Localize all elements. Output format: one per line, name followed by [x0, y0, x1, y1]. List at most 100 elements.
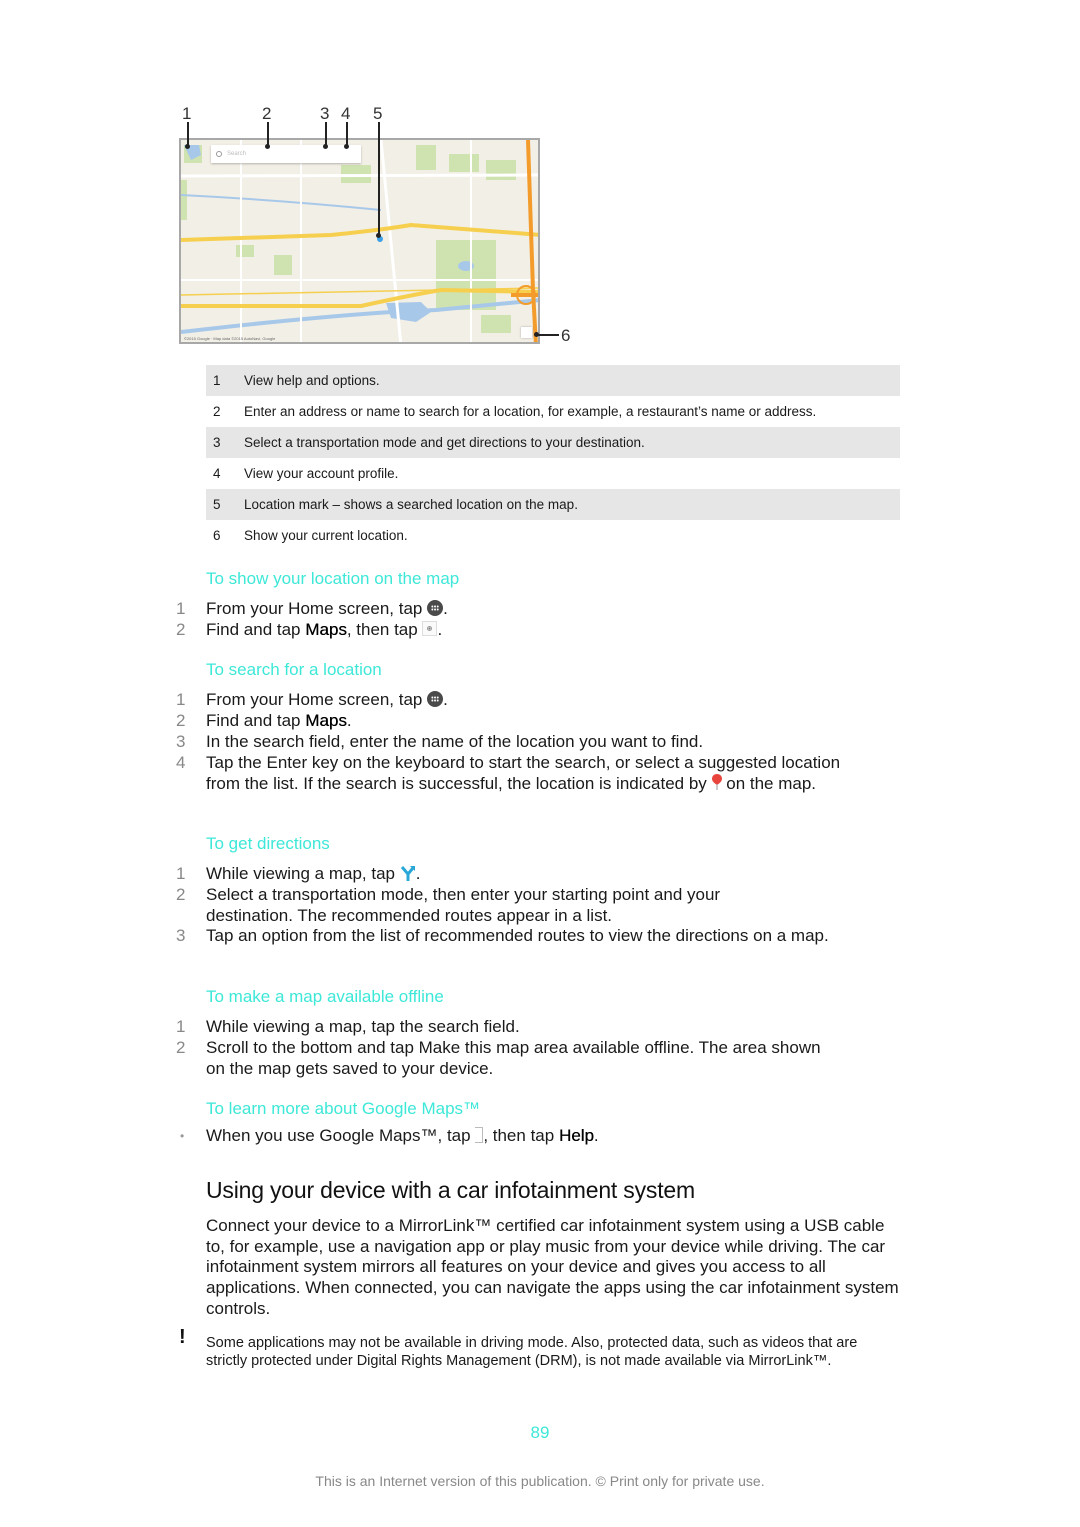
callout-dot-5	[376, 233, 381, 238]
procedure-heading-search-location: To search for a location	[206, 660, 382, 679]
step-number: 1	[176, 599, 186, 618]
step-text: , then tap	[346, 620, 423, 639]
step: 2 Scroll to the bottom and tap Make this…	[176, 1038, 826, 1079]
step-number: 1	[176, 1017, 186, 1036]
legend-num: 6	[213, 528, 221, 543]
legend-row: 5 Location mark – shows a searched locati…	[206, 489, 900, 520]
apps-icon	[427, 599, 444, 616]
legend-row: 2 Enter an address or name to search for …	[206, 396, 900, 427]
step-text: , then tap	[483, 1126, 559, 1145]
callout-line-3	[325, 122, 327, 146]
footer-notice: This is an Internet version of this publ…	[315, 1473, 765, 1489]
step-number: 2	[176, 620, 186, 639]
step-text: While viewing a map, tap the search fiel…	[206, 1017, 520, 1036]
callout-line-6	[537, 334, 559, 336]
page-number: 89	[530, 1423, 550, 1442]
bullet-icon: •	[180, 1129, 185, 1143]
step-text: Select a transportation mode, then enter…	[206, 885, 721, 925]
step-number: 4	[176, 753, 186, 772]
legend-num: 1	[213, 373, 221, 388]
step-text: Find and tap	[206, 620, 306, 639]
my-location-button[interactable]	[521, 327, 532, 338]
map-copyright: ©2015 Google · Map data ©2015 AutoNavi, …	[184, 336, 276, 341]
map-graphic	[181, 140, 538, 342]
ui-term-help: Help	[558, 1126, 594, 1145]
step-number: 3	[176, 926, 186, 945]
step: 4 Tap the Enter key on the keyboard to s…	[176, 753, 846, 794]
callout-dot-1	[185, 144, 190, 149]
callout-legend-table: 1 View help and options. 2 Enter an addres…	[206, 365, 900, 551]
callout-4: 4	[341, 104, 351, 123]
callout-dot-6	[534, 332, 539, 337]
procedure-heading-offline: To make a map available offline	[206, 987, 444, 1006]
map-search-bar[interactable]: Search	[211, 145, 361, 163]
legend-text: View your account profile.	[244, 466, 399, 481]
ui-term-maps: Maps	[305, 711, 347, 730]
step-number: 1	[176, 864, 186, 883]
step: 1 From your Home screen, tap .	[176, 690, 896, 711]
legend-text: Show your current location.	[244, 528, 408, 543]
apps-icon	[427, 690, 444, 707]
callout-3: 3	[320, 104, 330, 123]
procedure-heading-learn-more: To learn more about Google Maps™	[206, 1099, 481, 1118]
legend-num: 2	[213, 404, 221, 419]
legend-num: 5	[213, 497, 221, 512]
map-search-placeholder: Search	[227, 151, 247, 157]
step-text: Scroll to the bottom and tap Make this m…	[206, 1038, 821, 1078]
step-text-end: .	[437, 620, 443, 639]
step-number: 2	[176, 885, 186, 904]
legend-text: Enter an address or name to search for a…	[244, 404, 817, 419]
my-location-icon	[422, 621, 438, 637]
procedure-heading-show-location: To show your location on the map	[206, 569, 460, 588]
legend-row: 3 Select a transportation mode and get di…	[206, 427, 900, 458]
step-number: 2	[176, 1038, 186, 1057]
step-number: 3	[176, 732, 186, 751]
section-heading: Using your device with a car infotainmen…	[206, 1177, 695, 1203]
step-number: 2	[176, 711, 186, 730]
callout-6: 6	[561, 326, 571, 345]
callout-dot-4	[344, 144, 349, 149]
step-text: From your Home screen, tap	[206, 690, 428, 709]
step-text-end: .	[346, 711, 352, 730]
callout-line-4	[346, 122, 348, 146]
callout-line-5	[378, 122, 380, 235]
legend-num: 3	[213, 435, 221, 450]
ui-term-maps: Maps	[305, 620, 347, 639]
step: 3 In the search field, enter the name of…	[176, 732, 896, 753]
search-icon	[216, 151, 222, 157]
step-text-end: .	[593, 1126, 599, 1145]
callout-2: 2	[262, 104, 272, 123]
callout-dot-3	[323, 144, 328, 149]
step: 1 While viewing a map, tap .	[176, 864, 896, 885]
legend-row: 4 View your account profile.	[206, 458, 900, 489]
legend-num: 4	[213, 466, 221, 481]
step-text-end: .	[415, 864, 421, 883]
step-text-end: on the map.	[721, 773, 817, 793]
bullet-item: • When you use Google Maps™, tap , then …	[180, 1126, 896, 1147]
legend-row: 1 View help and options.	[206, 365, 900, 396]
menu-icon	[475, 1126, 484, 1143]
step-text: In the search field, enter the name of t…	[206, 732, 704, 751]
map-screenshot: Search ©2015 Google · Map data ©2015 Aut…	[179, 138, 540, 344]
callout-dot-2	[265, 144, 270, 149]
step-text: From your Home screen, tap	[206, 599, 428, 618]
step: 1 From your Home screen, tap .	[176, 599, 896, 620]
legend-text: View help and options.	[244, 373, 380, 388]
callout-1: 1	[182, 104, 192, 123]
step: 2 Select a transportation mode, then ent…	[176, 885, 806, 926]
step-number: 1	[176, 690, 186, 709]
legend-text: Location mark – shows a searched locatio…	[244, 497, 578, 512]
note-text: Some applications may not be available i…	[206, 1335, 858, 1370]
section-paragraph: Connect your device to a MirrorLink™ cer…	[206, 1216, 899, 1318]
step: 2 Find and tap Maps, then tap .	[176, 620, 896, 641]
callout-line-2	[267, 122, 269, 146]
legend-text: Select a transportation mode and get dir…	[244, 435, 645, 450]
step-text: Find and tap	[206, 711, 306, 730]
step-text-end: .	[443, 690, 448, 709]
step: 3 Tap an option from the list of recomme…	[176, 926, 856, 947]
step-text: Tap an option from the list of recommend…	[206, 926, 829, 945]
map-pin-icon	[711, 774, 722, 791]
step: 2 Find and tap Maps.	[176, 711, 896, 732]
step: 1 While viewing a map, tap the search fi…	[176, 1017, 896, 1038]
procedure-heading-get-directions: To get directions	[206, 834, 330, 853]
